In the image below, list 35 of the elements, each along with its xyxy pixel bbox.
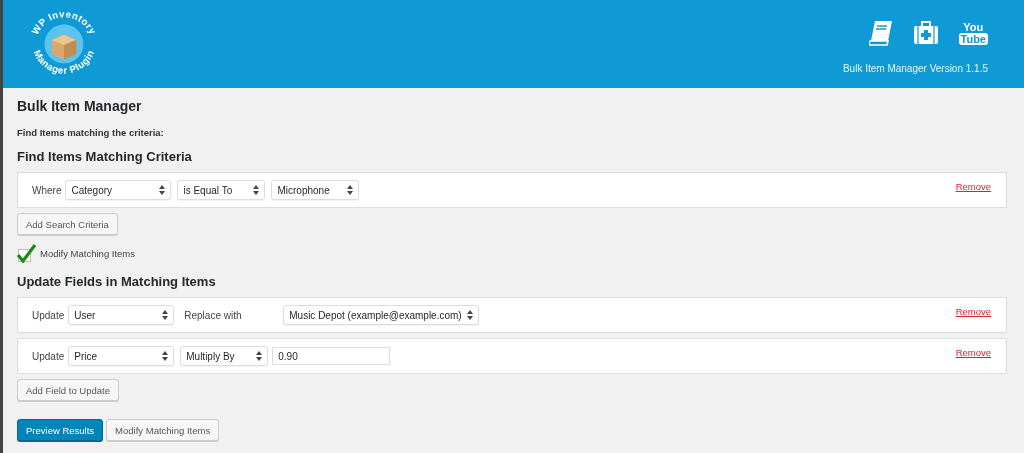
select-arrows-icon (162, 351, 169, 361)
add-button[interactable]: Add Search Criteria (17, 213, 118, 235)
select-arrows-icon (159, 185, 166, 195)
select-arrows-icon (256, 351, 263, 361)
row-text: Replace with (183, 309, 243, 321)
select-field[interactable]: Price (68, 346, 175, 366)
remove-link[interactable]: Remove (955, 347, 991, 358)
row-label: Where (32, 184, 62, 196)
select-field[interactable]: Microphone (271, 180, 360, 200)
select-field[interactable]: Multiply By (180, 346, 269, 366)
select-arrows-icon (347, 185, 354, 195)
checkbox-label: Modify Matching Items (40, 247, 136, 259)
section-heading: Update Fields in Matching Items (17, 274, 217, 289)
first-aid-kit-icon[interactable] (912, 21, 939, 45)
select-field[interactable]: is Equal To (177, 180, 266, 200)
select-arrows-icon (466, 310, 473, 320)
checkbox[interactable] (17, 243, 37, 263)
row-label: Update (32, 309, 65, 321)
input-field[interactable]: 0.90 (272, 347, 391, 365)
select-field[interactable]: Category (65, 180, 172, 200)
intro-text: Find Items matching the criteria: (17, 127, 165, 138)
row-label: Update (32, 350, 65, 362)
version-text: Bulk Item Manager Version 1.1.5 (842, 63, 988, 74)
remove-link[interactable]: Remove (955, 306, 991, 317)
remove-link[interactable]: Remove (955, 181, 991, 192)
preview-button[interactable]: Preview Results (17, 419, 104, 441)
add-button[interactable]: Add Field to Update (17, 379, 119, 401)
section-heading: Find Items Matching Criteria (17, 149, 193, 164)
select-arrows-icon (162, 310, 169, 320)
modify-button[interactable]: Modify Matching Items (106, 419, 220, 441)
select-arrows-icon (253, 185, 260, 195)
page-title: Bulk Item Manager (17, 98, 143, 116)
select-field[interactable]: Music Depot (example@example.com) (283, 305, 479, 325)
book-icon[interactable] (868, 20, 893, 46)
select-field[interactable]: User (68, 305, 175, 325)
